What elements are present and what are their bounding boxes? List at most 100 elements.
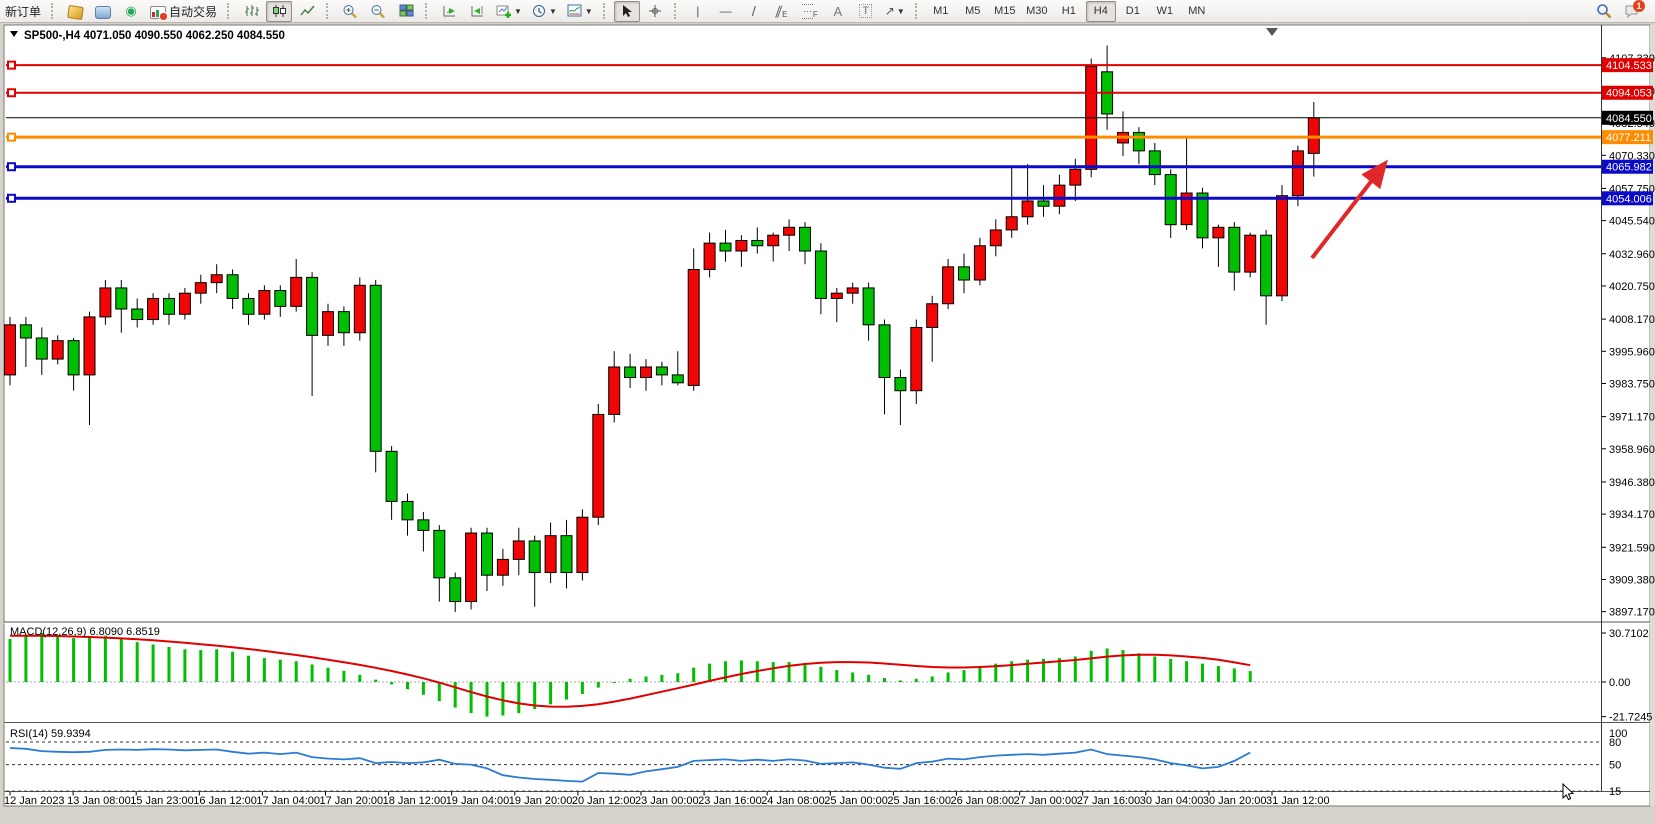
zoom-in-button[interactable] — [337, 1, 363, 22]
channel-tool[interactable]: ∥E — [769, 1, 795, 22]
macd-histogram-bar — [390, 682, 393, 684]
timeframe-m1[interactable]: M1 — [926, 1, 956, 22]
trendline-tool[interactable]: / — [741, 1, 767, 22]
candle-body — [974, 246, 985, 280]
timeframe-mn[interactable]: MN — [1182, 1, 1212, 22]
toolbar-grip[interactable] — [326, 3, 332, 19]
macd-histogram-bar — [1137, 653, 1140, 682]
vps-icon[interactable] — [90, 1, 116, 22]
candle-body — [354, 285, 365, 332]
macd-histogram-bar — [88, 637, 91, 682]
algo-trading-button[interactable]: 自动交易 — [146, 1, 221, 22]
market-icon[interactable] — [62, 1, 88, 22]
chart-shift-button[interactable] — [464, 1, 490, 22]
timeframe-m30[interactable]: M30 — [1022, 1, 1052, 22]
candle-body — [418, 520, 429, 531]
period-button[interactable]: ▼ — [528, 1, 561, 22]
add-indicator-icon — [496, 4, 512, 18]
candle-body — [20, 325, 31, 338]
candle-body — [625, 367, 636, 378]
macd-histogram-bar — [835, 670, 838, 682]
fibonacci-tool[interactable]: ⋯F — [797, 1, 823, 22]
price-tick-label: 3921.590 — [1609, 542, 1655, 554]
macd-histogram-bar — [120, 639, 123, 682]
chevron-down-icon: ▼ — [514, 7, 522, 16]
time-tick-label: 25 Jan 00:00 — [824, 795, 888, 807]
tile-windows-button[interactable] — [393, 1, 419, 22]
macd-histogram-bar — [692, 668, 695, 682]
price-tick-label: 3958.960 — [1609, 444, 1655, 456]
macd-histogram-bar — [708, 664, 711, 682]
candle-body — [768, 235, 779, 246]
line-anchor-handle[interactable] — [8, 62, 15, 69]
chevron-down-icon: ▼ — [897, 7, 905, 16]
new-order-button[interactable]: 新订单 — [1, 1, 45, 22]
line-chart-button[interactable] — [294, 1, 320, 22]
text-label-tool[interactable]: T — [853, 1, 879, 22]
zoom-out-button[interactable] — [365, 1, 391, 22]
time-tick-label: 12 Jan 2023 — [4, 795, 65, 807]
candle-chart-button[interactable] — [266, 1, 292, 22]
candle-body — [370, 285, 381, 451]
line-anchor-handle[interactable] — [8, 89, 15, 96]
candle-body — [609, 367, 620, 414]
candle-body — [752, 240, 763, 245]
line-anchor-handle[interactable] — [8, 195, 15, 202]
auto-scroll-button[interactable] — [436, 1, 462, 22]
crosshair-tool-button[interactable] — [642, 1, 668, 22]
toolbar-grip[interactable] — [51, 3, 57, 19]
candle-body — [847, 288, 858, 293]
add-indicator-button[interactable]: ▼ — [492, 1, 526, 22]
search-button[interactable] — [1591, 1, 1617, 22]
macd-histogram-bar — [740, 660, 743, 682]
timeframe-w1[interactable]: W1 — [1150, 1, 1180, 22]
timeframe-d1[interactable]: D1 — [1118, 1, 1148, 22]
cursor-tool-button[interactable] — [614, 1, 640, 22]
time-tick-label: 18 Jan 12:00 — [383, 795, 447, 807]
notifications-button[interactable]: 1 — [1619, 1, 1645, 22]
toolbar-grip[interactable] — [603, 3, 609, 19]
candle-body — [338, 312, 349, 333]
macd-histogram-bar — [56, 636, 59, 682]
candle-body — [990, 230, 1001, 246]
macd-histogram-bar — [406, 682, 409, 689]
toolbar-grip[interactable] — [674, 3, 680, 19]
horizontal-line-tool[interactable]: — — [713, 1, 739, 22]
macd-histogram-bar — [1201, 664, 1204, 682]
candle-body — [36, 338, 47, 359]
macd-histogram-bar — [358, 675, 361, 682]
cursor-icon — [621, 4, 633, 18]
toolbar-grip[interactable] — [227, 3, 233, 19]
candlestick-icon — [272, 4, 287, 18]
shapes-tool[interactable]: ↗▼ — [881, 1, 909, 22]
chart-window[interactable]: 4107.3304094.7504082.5404070.3304057.750… — [0, 0, 1655, 824]
line-anchor-handle[interactable] — [8, 163, 15, 170]
timeframe-m5[interactable]: M5 — [958, 1, 988, 22]
signals-icon[interactable]: ◉ — [118, 1, 144, 22]
candle-body — [959, 267, 970, 280]
time-axis[interactable]: 12 Jan 202313 Jan 08:0015 Jan 23:0016 Ja… — [4, 792, 1330, 807]
timeframe-h4[interactable]: H4 — [1086, 1, 1116, 22]
timeframe-h1[interactable]: H1 — [1054, 1, 1084, 22]
macd-histogram-bar — [247, 656, 250, 682]
macd-histogram-bar — [486, 682, 489, 717]
template-button[interactable]: ▼ — [563, 1, 597, 22]
chart-title: SP500-,H4 4071.050 4090.550 4062.250 408… — [10, 30, 285, 42]
timeframe-m15[interactable]: M15 — [990, 1, 1020, 22]
text-tool[interactable]: A — [825, 1, 851, 22]
macd-histogram-bar — [168, 647, 171, 682]
macd-histogram-bar — [772, 662, 775, 682]
bar-chart-button[interactable] — [238, 1, 264, 22]
candle-body — [593, 414, 604, 517]
candle-body — [1245, 235, 1256, 272]
vertical-line-tool[interactable]: | — [685, 1, 711, 22]
candle-body — [307, 277, 318, 335]
macd-histogram-bar — [549, 682, 552, 704]
price-badge-label: 4065.982 — [1606, 162, 1652, 174]
toolbar-grip[interactable] — [425, 3, 431, 19]
main-toolbar: 新订单 ◉ 自动交易 ▼ ▼ — [0, 0, 1655, 23]
line-anchor-handle[interactable] — [8, 134, 15, 141]
macd-histogram-bar — [136, 642, 139, 682]
toolbar-grip[interactable] — [915, 3, 921, 19]
macd-histogram-bar — [915, 679, 918, 682]
